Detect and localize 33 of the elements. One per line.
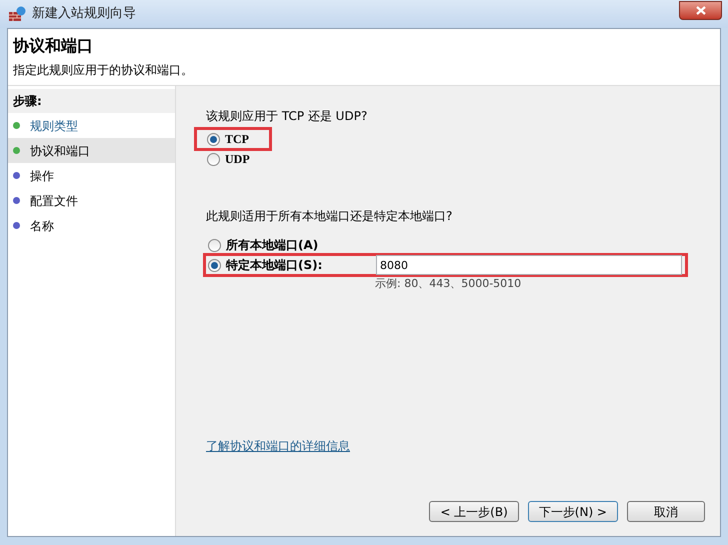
step-label: 操作 (30, 168, 54, 184)
radio-label: 所有本地端口(A) (226, 237, 320, 254)
close-button[interactable] (679, 0, 722, 20)
radio-label: UDP (225, 151, 250, 168)
radio-button[interactable] (208, 238, 221, 252)
radio-button[interactable] (207, 132, 220, 146)
step-item[interactable]: 名称 (8, 213, 175, 238)
step-label: 规则类型 (30, 118, 78, 134)
wizard-button[interactable]: < 上一步(B) (429, 501, 519, 522)
help-link[interactable]: 了解协议和端口的详细信息 (206, 437, 350, 455)
step-item[interactable]: 规则类型 (8, 113, 175, 138)
example-hint: 示例: 80、443、5000-5010 (375, 276, 522, 292)
port-input-field[interactable]: 8080 (376, 255, 682, 275)
step-label: 配置文件 (30, 192, 78, 210)
question-text: 此规则适用于所有本地端口还是特定本地端口? (206, 208, 454, 225)
step-item[interactable]: 配置文件 (8, 188, 175, 213)
step-item[interactable]: 协议和端口 (8, 138, 175, 163)
radio-button[interactable] (207, 152, 220, 166)
radio-label: TCP (225, 131, 249, 148)
radio-label: 特定本地端口(S): (226, 257, 324, 274)
page-title: 协议和端口 (13, 35, 94, 57)
window-title: 新建入站规则向导 (32, 5, 136, 24)
step-item[interactable]: 操作 (8, 163, 175, 188)
step-label: 协议和端口 (30, 142, 90, 160)
page-subtitle: 指定此规则应用于的协议和端口。 (13, 62, 194, 79)
close-icon (696, 6, 706, 14)
firewall-icon (8, 6, 26, 22)
wizard-button[interactable]: 下一步(N) > (528, 501, 618, 522)
step-label: 名称 (30, 218, 54, 234)
question-text: 该规则应用于 TCP 还是 UDP? (206, 108, 368, 125)
radio-button[interactable] (208, 258, 221, 272)
steps-heading: 步骤: (8, 89, 175, 113)
wizard-button[interactable]: 取消 (627, 501, 705, 522)
